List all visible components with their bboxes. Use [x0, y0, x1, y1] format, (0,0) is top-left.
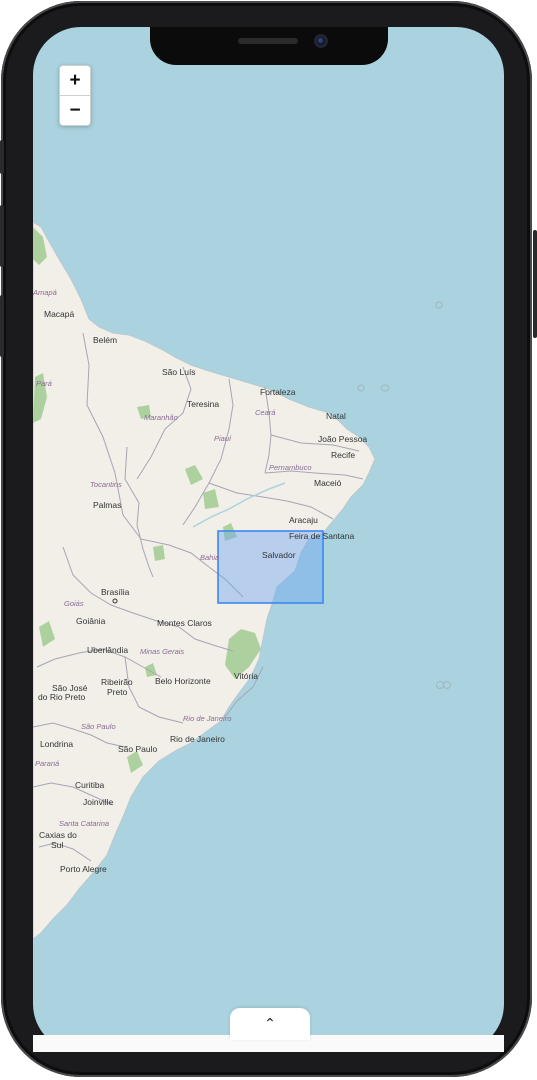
city-label: Macapá: [44, 309, 75, 319]
state-label: Amapá: [33, 288, 57, 297]
speaker-grille: [238, 38, 298, 44]
state-label: Santa Catarina: [59, 819, 109, 828]
zoom-in-button[interactable]: +: [60, 66, 90, 96]
zoom-out-button[interactable]: −: [60, 96, 90, 125]
state-label: Piauí: [214, 434, 232, 443]
city-label: Rio de Janeiro: [170, 734, 225, 744]
state-label: Goiás: [64, 599, 84, 608]
city-label: Palmas: [93, 500, 121, 510]
chevron-up-icon: ⌃: [264, 1016, 276, 1032]
map-canvas[interactable]: Macapá Belém São Luís Fortaleza Teresina…: [33, 27, 504, 1052]
volume-down-button: [0, 295, 4, 357]
mute-switch: [0, 140, 4, 174]
city-label: Uberlândia: [87, 645, 128, 655]
state-label: Pernambuco: [269, 463, 312, 472]
city-label: Londrina: [40, 739, 73, 749]
map-view[interactable]: Macapá Belém São Luís Fortaleza Teresina…: [33, 27, 504, 1052]
city-label: Ribeirão: [101, 677, 133, 687]
city-label: Preto: [107, 687, 128, 697]
state-label: Ceará: [255, 408, 275, 417]
city-label: Feira de Santana: [289, 531, 354, 541]
city-label: Maceió: [314, 478, 342, 488]
state-label: São Paulo: [81, 722, 116, 731]
city-label: Salvador: [262, 550, 296, 560]
city-label: Brasília: [101, 587, 130, 597]
city-label: Joinville: [83, 797, 114, 807]
city-label: Curitiba: [75, 780, 105, 790]
city-label: Montes Claros: [157, 618, 212, 628]
zoom-control: + −: [59, 65, 91, 126]
city-label: Vitória: [234, 671, 258, 681]
state-label: Minas Gerais: [140, 647, 184, 656]
notch: [150, 27, 388, 65]
state-label: Paraná: [35, 759, 59, 768]
city-label: Natal: [326, 411, 346, 421]
city-label: Sul: [51, 840, 63, 850]
city-label: Belo Horizonte: [155, 676, 211, 686]
city-label: Recife: [331, 450, 355, 460]
power-button: [533, 230, 537, 338]
bottom-sheet-handle[interactable]: ⌃: [230, 1008, 310, 1040]
city-label: Teresina: [187, 399, 219, 409]
state-label: Tocantins: [90, 480, 122, 489]
state-label: Pará: [36, 379, 52, 388]
city-label: São Luís: [162, 367, 196, 377]
city-label: São Paulo: [118, 744, 157, 754]
city-label: Belém: [93, 335, 117, 345]
state-label: Rio de Janeiro: [183, 714, 231, 723]
city-label: Fortaleza: [260, 387, 296, 397]
city-label: do Rio Preto: [38, 692, 86, 702]
city-label: Aracaju: [289, 515, 318, 525]
islands: [357, 301, 451, 689]
city-label: Caxias do: [39, 830, 77, 840]
selection-rectangle: [217, 530, 324, 604]
city-label: Porto Alegre: [60, 864, 107, 874]
front-camera-icon: [314, 34, 328, 48]
state-label: Bahia: [200, 553, 219, 562]
city-label: Goiânia: [76, 616, 106, 626]
volume-up-button: [0, 205, 4, 267]
state-label: Maranhão: [144, 413, 178, 422]
city-label: João Pessoa: [318, 434, 367, 444]
